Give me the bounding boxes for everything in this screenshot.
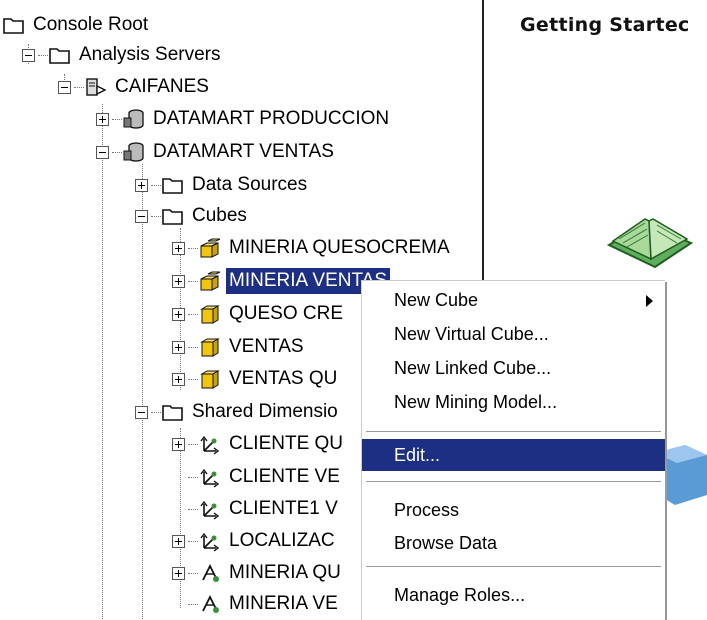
server-icon <box>86 78 107 96</box>
menu-item-new-linked-cube[interactable]: New Linked Cube... <box>362 352 665 384</box>
tree-node-database[interactable]: DATAMART PRODUCCION <box>96 104 392 134</box>
collapse-icon[interactable] <box>22 48 35 62</box>
tree-label: CAIFANES <box>115 76 209 97</box>
tree-label: DATAMART PRODUCCION <box>153 108 390 129</box>
folder-icon <box>162 178 183 194</box>
menu-separator <box>366 566 661 568</box>
menu-item-edit[interactable]: Edit... <box>362 439 665 471</box>
getting-started-title: Getting Startec <box>520 14 690 36</box>
dimension-icon <box>200 435 220 455</box>
tree-label: QUESO CRE <box>229 303 344 324</box>
menu-separator <box>366 481 661 483</box>
expand-icon[interactable] <box>172 566 185 580</box>
menu-item-new-virtual-cube[interactable]: New Virtual Cube... <box>362 318 665 350</box>
tree-node-cube[interactable]: MINERIA QUESOCREMA <box>172 233 453 263</box>
folder-icon <box>3 18 24 34</box>
collapse-icon[interactable] <box>135 209 148 223</box>
tree-node-dimension[interactable]: CLIENTE1 V <box>188 494 341 524</box>
tree-label: CLIENTE VE <box>229 466 340 487</box>
tree-node-console-root[interactable]: Console Root <box>2 10 151 40</box>
dimension-icon <box>200 500 220 520</box>
database-icon <box>123 142 144 162</box>
context-menu[interactable]: New Cube New Virtual Cube... New Linked … <box>361 280 665 620</box>
dimension-icon <box>200 532 220 552</box>
tree-node-dimension[interactable]: MINERIA VE <box>188 589 341 619</box>
expand-icon[interactable] <box>172 437 185 451</box>
tree-label: Data Sources <box>192 174 308 195</box>
tree-node-server[interactable]: CAIFANES <box>58 72 212 102</box>
collapse-icon[interactable] <box>58 80 71 94</box>
expand-icon[interactable] <box>172 274 185 288</box>
mining-dimension-icon <box>202 594 219 613</box>
tree-node-cube-selected[interactable]: MINERIA VENTAS <box>172 266 391 296</box>
expand-icon[interactable] <box>135 178 148 192</box>
tree-node-shared-dimensions[interactable]: Shared Dimensio <box>135 397 341 427</box>
tree-node-cube[interactable]: QUESO CRE <box>172 299 346 329</box>
tree-node-cubes[interactable]: Cubes <box>135 201 250 231</box>
expand-icon[interactable] <box>172 241 185 255</box>
expand-icon[interactable] <box>172 307 185 321</box>
tree-node-cube[interactable]: VENTAS <box>172 332 307 362</box>
tree-label: VENTAS <box>229 336 304 357</box>
mining-cube-icon <box>200 238 221 258</box>
cube-icon <box>200 338 220 357</box>
expand-icon[interactable] <box>96 112 109 126</box>
tree-label: VENTAS QU <box>229 368 338 389</box>
dimension-icon <box>200 468 220 488</box>
book-icon <box>606 218 694 269</box>
menu-item-new-cube[interactable]: New Cube <box>362 284 665 316</box>
tree-node-dimension[interactable]: CLIENTE VE <box>188 462 343 492</box>
cube-icon <box>200 370 220 389</box>
expand-icon[interactable] <box>172 372 185 386</box>
tree-label: DATAMART VENTAS <box>153 141 334 162</box>
tree-label: Console Root <box>33 14 149 35</box>
tree-label: CLIENTE QU <box>229 433 344 454</box>
collapse-icon[interactable] <box>96 145 109 159</box>
database-icon <box>123 109 144 129</box>
collapse-icon[interactable] <box>135 405 148 419</box>
menu-item-process[interactable]: Process <box>362 494 665 526</box>
tree-label: CLIENTE1 V <box>229 498 338 519</box>
tree-label: LOCALIZAC <box>229 530 335 551</box>
menu-item-browse-data[interactable]: Browse Data <box>362 527 665 559</box>
menu-separator <box>366 431 661 433</box>
tree-node-analysis-servers[interactable]: Analysis Servers <box>22 40 224 70</box>
menu-item-manage-roles[interactable]: Manage Roles... <box>362 579 665 611</box>
tree-node-dimension[interactable]: MINERIA QU <box>172 558 344 588</box>
submenu-arrow-icon <box>646 295 653 307</box>
folder-icon <box>162 405 183 421</box>
tree-label: MINERIA QUESOCREMA <box>229 237 450 258</box>
tree-node-dimension[interactable]: LOCALIZAC <box>172 526 338 556</box>
folder-icon <box>49 48 70 64</box>
mining-dimension-icon <box>202 563 219 582</box>
mining-cube-icon <box>200 271 221 291</box>
tree-node-dimension[interactable]: CLIENTE QU <box>172 429 346 459</box>
tree-label: Analysis Servers <box>79 44 221 65</box>
tree-label: Cubes <box>192 205 247 226</box>
cube-icon <box>200 305 220 324</box>
expand-icon[interactable] <box>172 534 185 548</box>
expand-icon[interactable] <box>172 340 185 354</box>
tree-node-database[interactable]: DATAMART VENTAS <box>96 137 337 167</box>
folder-icon <box>162 209 183 225</box>
tree-node-cube[interactable]: VENTAS QU <box>172 364 340 394</box>
tree-label: MINERIA VE <box>229 593 338 614</box>
tree-label: Shared Dimensio <box>192 401 338 422</box>
menu-item-new-mining-model[interactable]: New Mining Model... <box>362 386 665 418</box>
tree-node-data-sources[interactable]: Data Sources <box>135 170 310 200</box>
tree-label: MINERIA QU <box>229 562 341 583</box>
